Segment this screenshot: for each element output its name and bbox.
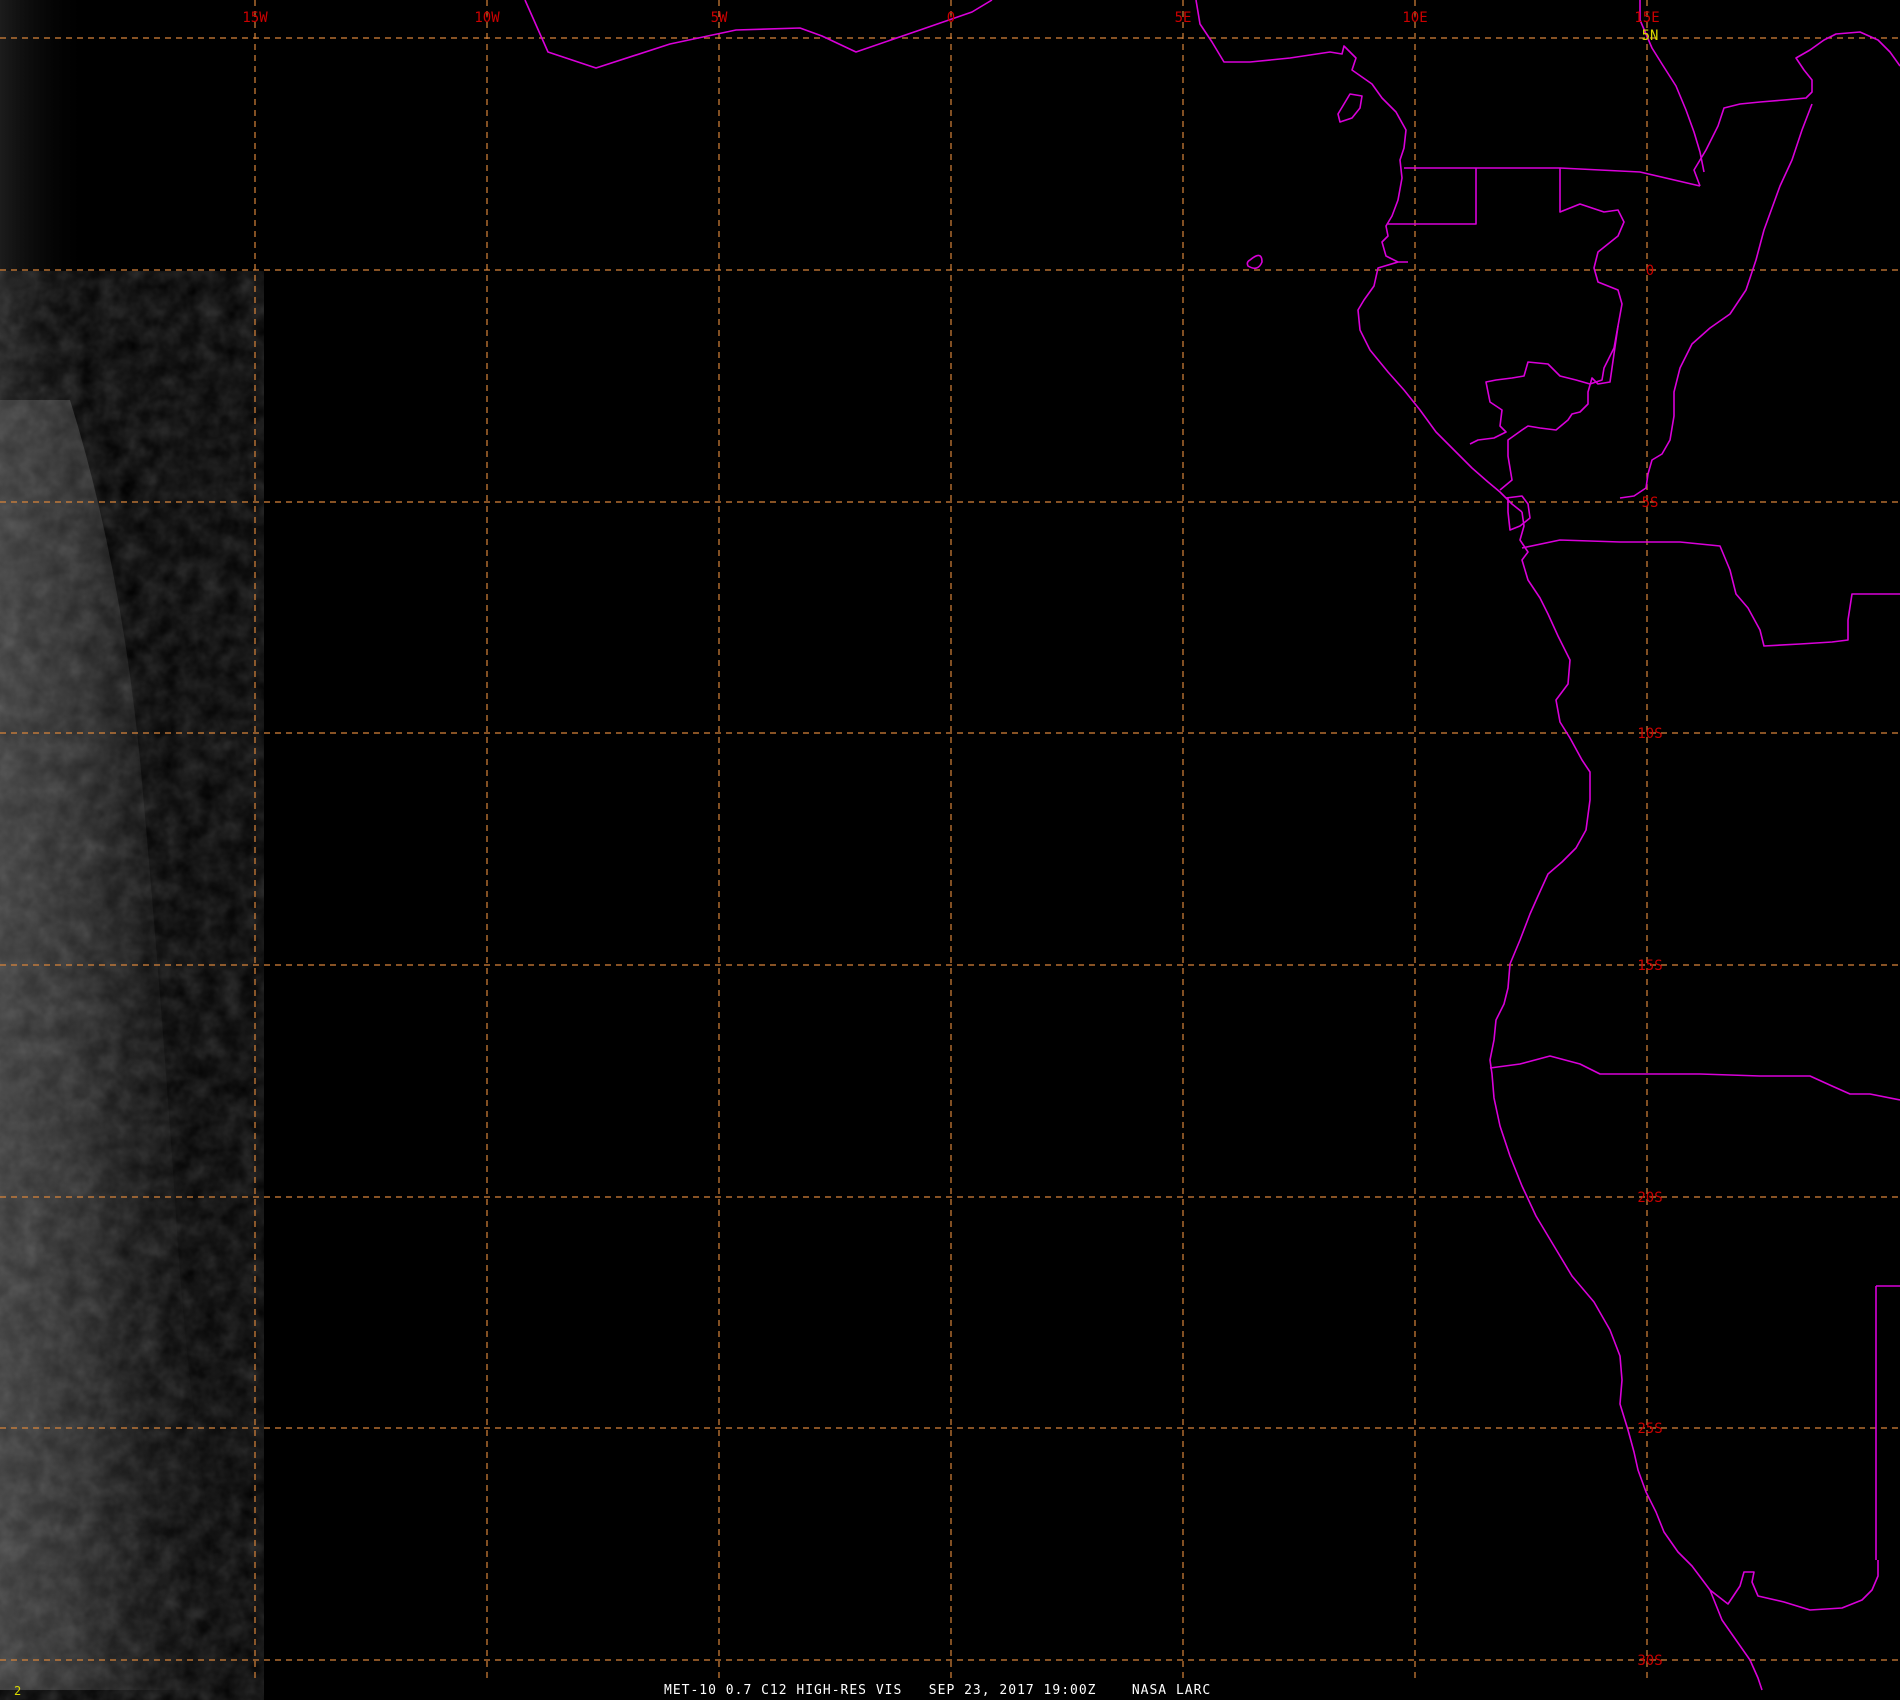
- image-footer: 2 MET-10 0.7 C12 HIGH-RES VIS SEP 23, 20…: [0, 1680, 1900, 1700]
- longitude-label: 5E: [1175, 10, 1192, 26]
- latitude-label: 5S: [1642, 495, 1659, 511]
- latitude-label: 5N: [1642, 28, 1659, 44]
- longitude-label: 15W: [242, 10, 268, 26]
- latitude-label: 15S: [1637, 958, 1662, 974]
- longitude-label: 10W: [474, 10, 500, 26]
- longitude-label: 0: [947, 10, 955, 26]
- longitude-label: 15E: [1634, 10, 1659, 26]
- background: [0, 0, 1900, 1700]
- image-caption: MET-10 0.7 C12 HIGH-RES VIS SEP 23, 2017…: [664, 1683, 1212, 1698]
- satellite-map: 15W 10W 5W 0 5E 10E 15E 5N 0 5S 10S 15S 20S 25S 30S 2 …: [0, 0, 1900, 1700]
- latitude-label: 25S: [1637, 1421, 1662, 1437]
- frame-number: 2: [14, 1684, 22, 1698]
- latitude-label: 0: [1646, 263, 1654, 279]
- latitude-label: 20S: [1637, 1190, 1662, 1206]
- latitude-label: 10S: [1637, 726, 1662, 742]
- latitude-label: 30S: [1637, 1653, 1662, 1669]
- map-canvas: 15W 10W 5W 0 5E 10E 15E 5N 0 5S 10S 15S 20S 25S 30S: [0, 0, 1900, 1700]
- longitude-label: 10E: [1402, 10, 1427, 26]
- longitude-label: 5W: [711, 10, 728, 26]
